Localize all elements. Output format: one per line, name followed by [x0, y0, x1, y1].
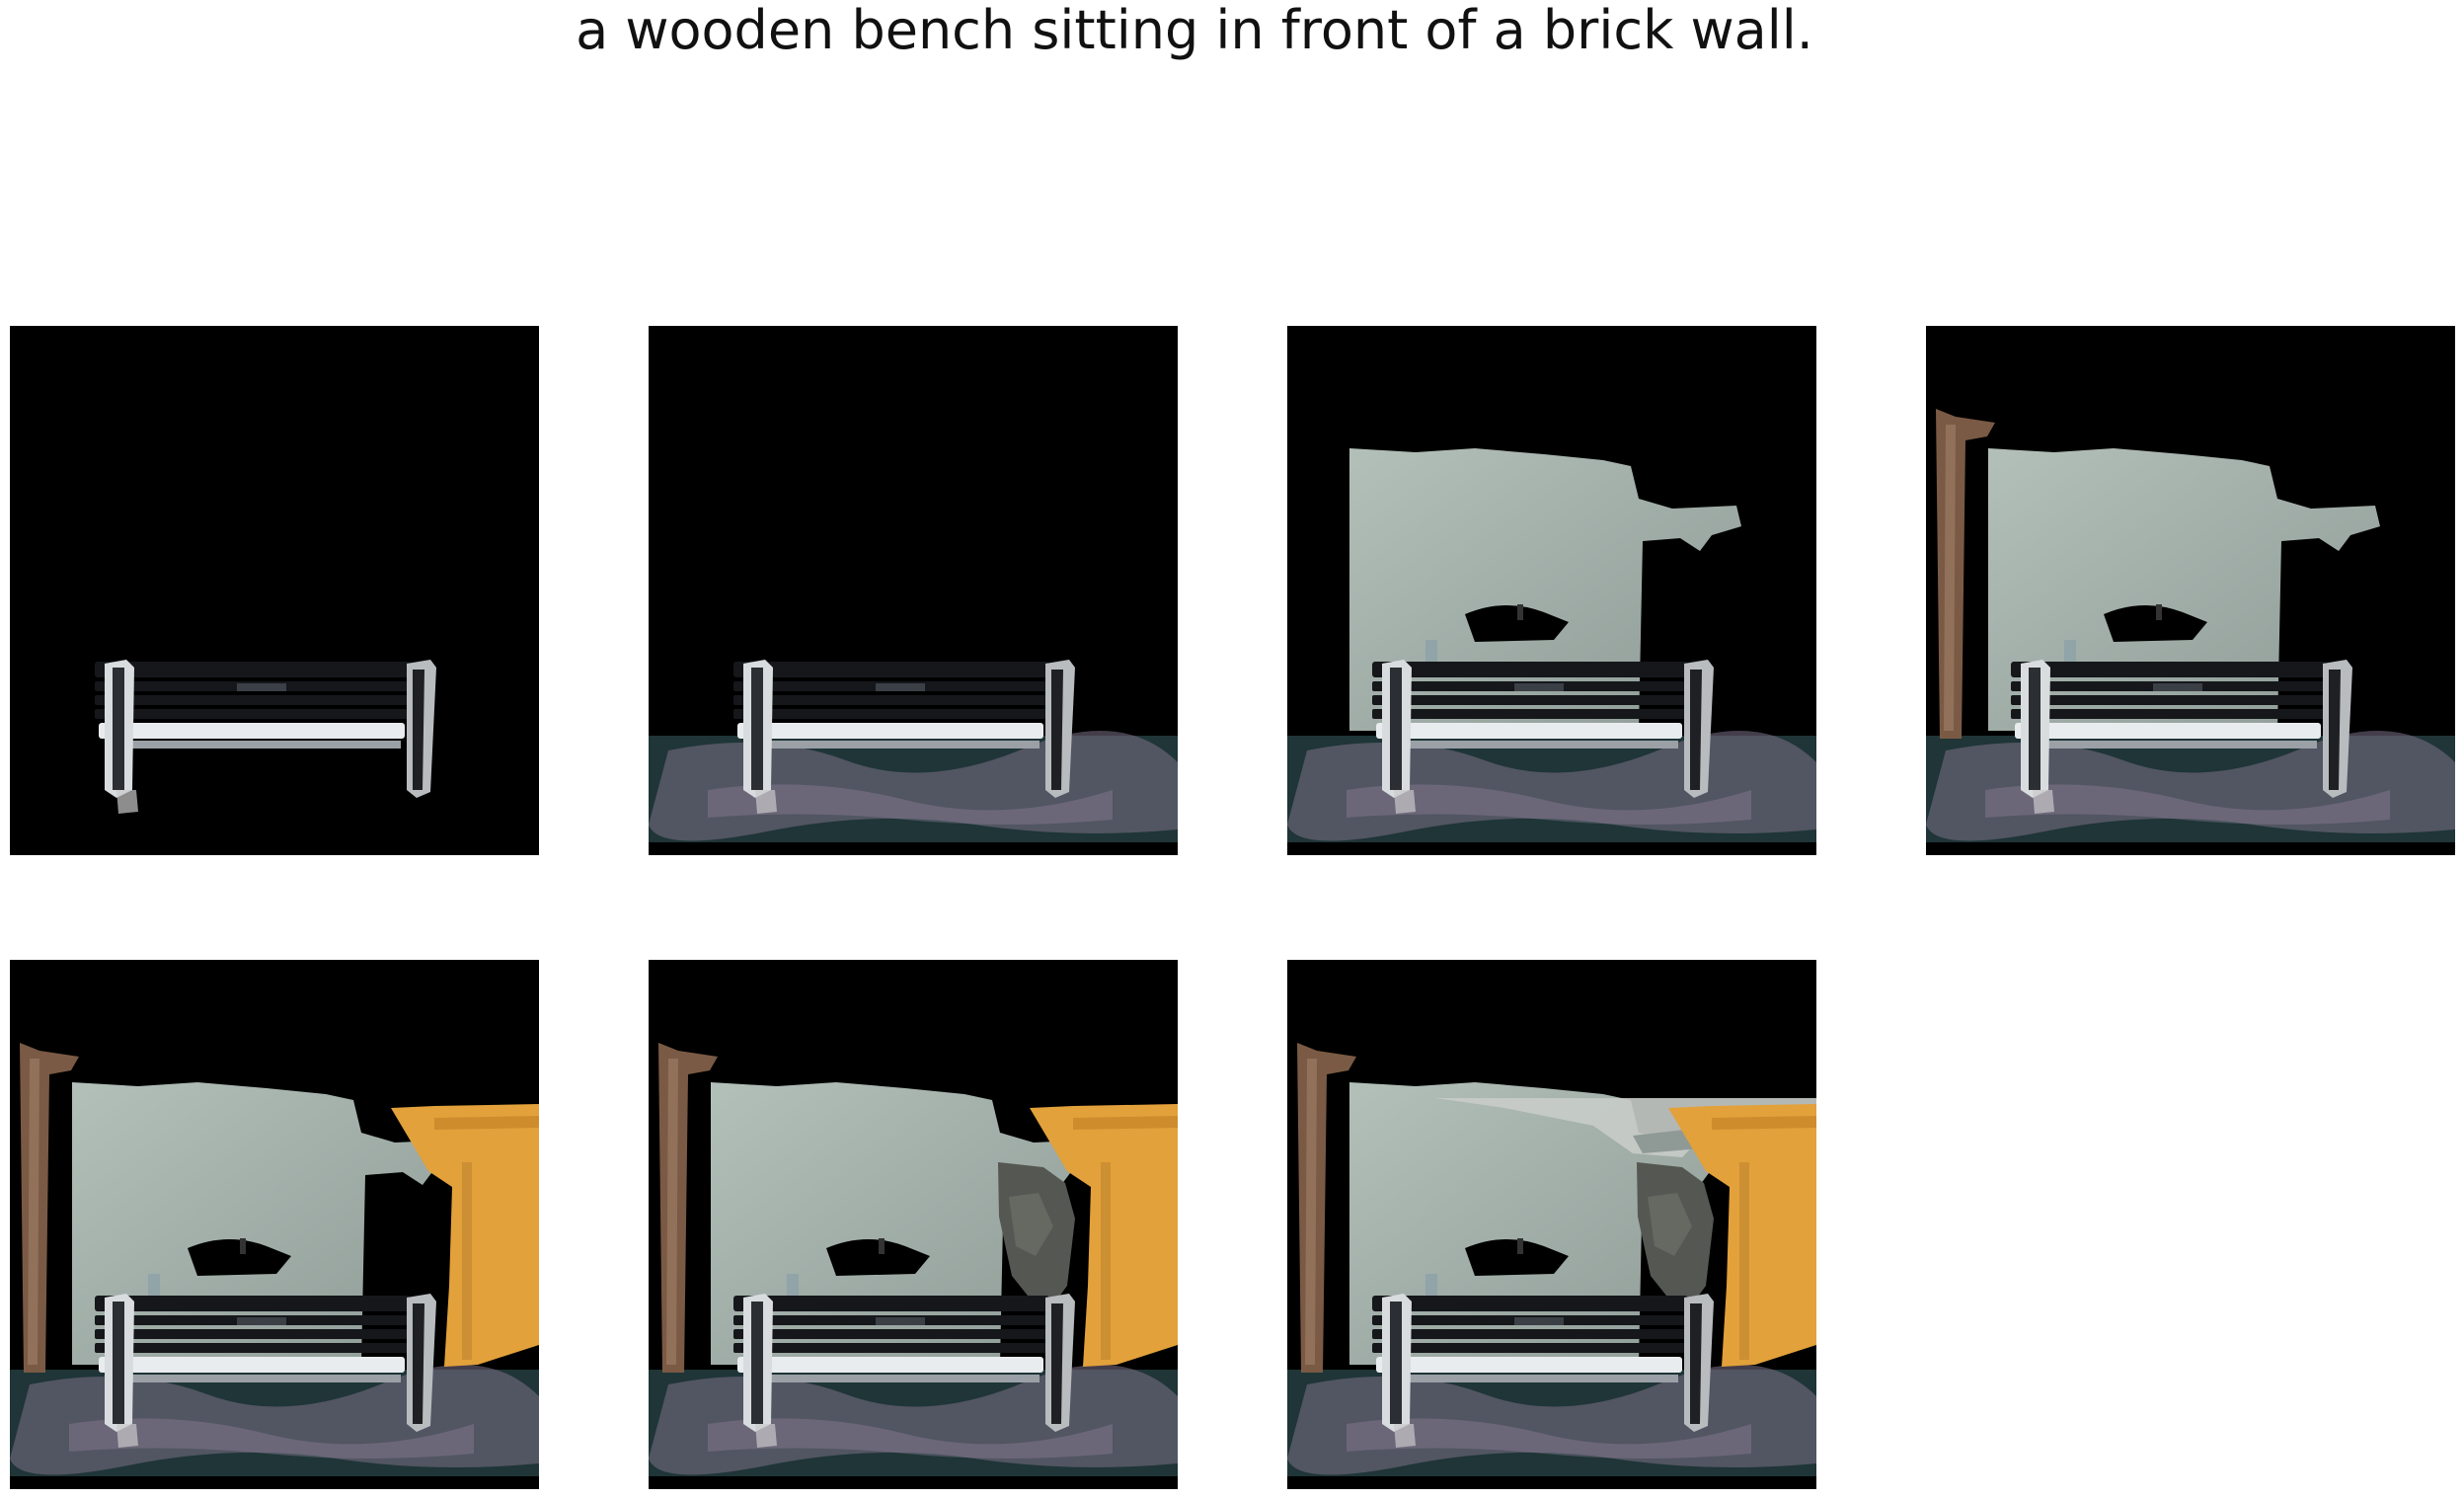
generation-step-2	[649, 326, 1178, 855]
figure-caption: a wooden bench sitting in front of a bri…	[576, 0, 1813, 61]
step-image	[10, 960, 539, 1489]
generation-step-5	[10, 960, 539, 1489]
generation-step-1	[10, 326, 539, 855]
step-image	[1287, 960, 1816, 1489]
ground-layer	[1287, 1365, 1816, 1489]
generation-step-3	[1287, 326, 1816, 855]
step-image	[649, 960, 1178, 1489]
generation-step-7	[1287, 960, 1816, 1489]
step-image	[10, 326, 539, 855]
step-image	[649, 326, 1178, 855]
ground-layer	[649, 1365, 1178, 1489]
ground-layer	[649, 731, 1178, 855]
step-image	[1926, 326, 2455, 855]
step-image	[1287, 326, 1816, 855]
ground-layer	[1926, 731, 2455, 855]
ground-layer	[10, 1365, 539, 1489]
generation-step-6	[649, 960, 1178, 1489]
ground-layer	[1287, 731, 1816, 855]
generation-step-4	[1926, 326, 2455, 855]
